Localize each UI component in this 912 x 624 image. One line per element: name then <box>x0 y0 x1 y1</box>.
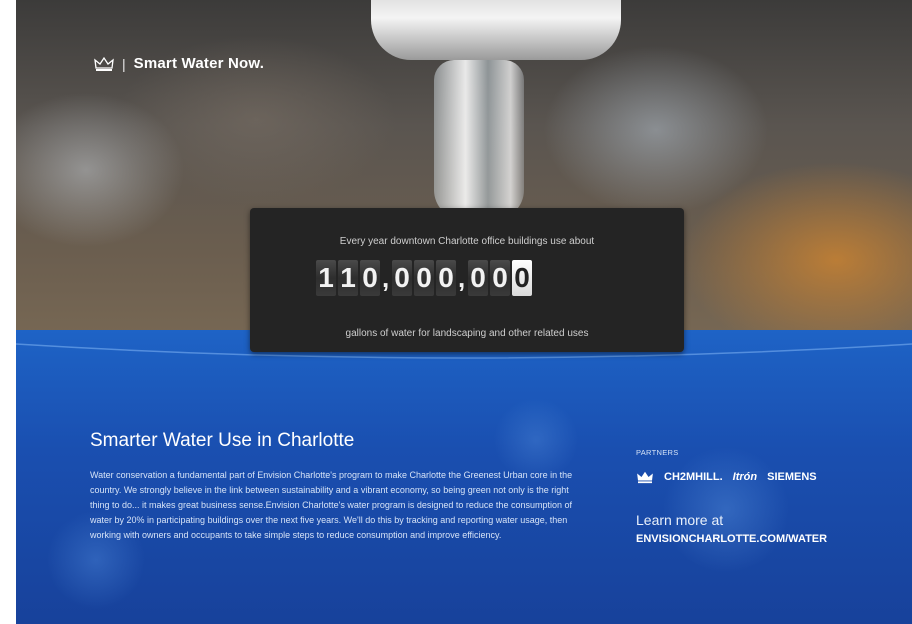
crown-icon <box>637 471 653 484</box>
partner-ch2mhill[interactable]: CH2MHILL. <box>664 471 723 483</box>
section-body: Water conservation a fundamental part of… <box>90 470 573 540</box>
partner-itron[interactable]: Itrón <box>733 471 757 483</box>
counter-digit: 0 <box>468 260 488 296</box>
learn-more-link[interactable]: ENVISIONCHARLOTTE.COM/WATER <box>636 533 827 545</box>
partner-siemens[interactable]: SIEMENS <box>767 471 817 483</box>
info-panel: Smarter Water Use in Charlotte Water con… <box>16 330 912 624</box>
counter-outro-text: gallons of water for landscaping and oth… <box>345 328 589 339</box>
counter-digit: 0 <box>360 260 380 296</box>
counter-comma: , <box>382 263 390 293</box>
counter-digit: 1 <box>316 260 336 296</box>
site-logo[interactable]: | Smart Water Now. <box>94 55 264 72</box>
faucet-image <box>371 0 621 60</box>
counter-digit: 0 <box>490 260 510 296</box>
partners-logos: CH2MHILL. Itrón SIEMENS <box>636 470 817 484</box>
counter-digit: 0 <box>392 260 412 296</box>
learn-more-text: Learn more at <box>636 512 724 528</box>
counter-intro-text: Every year downtown Charlotte office bui… <box>339 236 595 247</box>
water-usage-counter: Every year downtown Charlotte office bui… <box>250 208 684 352</box>
counter-digits: 1 1 0 , 0 0 0 , 0 0 0 <box>316 260 534 296</box>
water-stream-image <box>434 60 524 220</box>
counter-comma: , <box>458 263 466 293</box>
counter-digit: 0 <box>414 260 434 296</box>
partners-label: PARTNERS <box>636 448 679 457</box>
crown-icon <box>94 56 114 71</box>
counter-digit-active: 0 <box>512 260 532 296</box>
section-title: Smarter Water Use in Charlotte <box>90 430 355 451</box>
page-frame: | Smart Water Now. Every year downtown C… <box>16 0 912 624</box>
brand-name: Smart Water Now. <box>133 55 265 72</box>
counter-digit: 1 <box>338 260 358 296</box>
counter-digit: 0 <box>436 260 456 296</box>
logo-separator: | <box>122 55 126 72</box>
